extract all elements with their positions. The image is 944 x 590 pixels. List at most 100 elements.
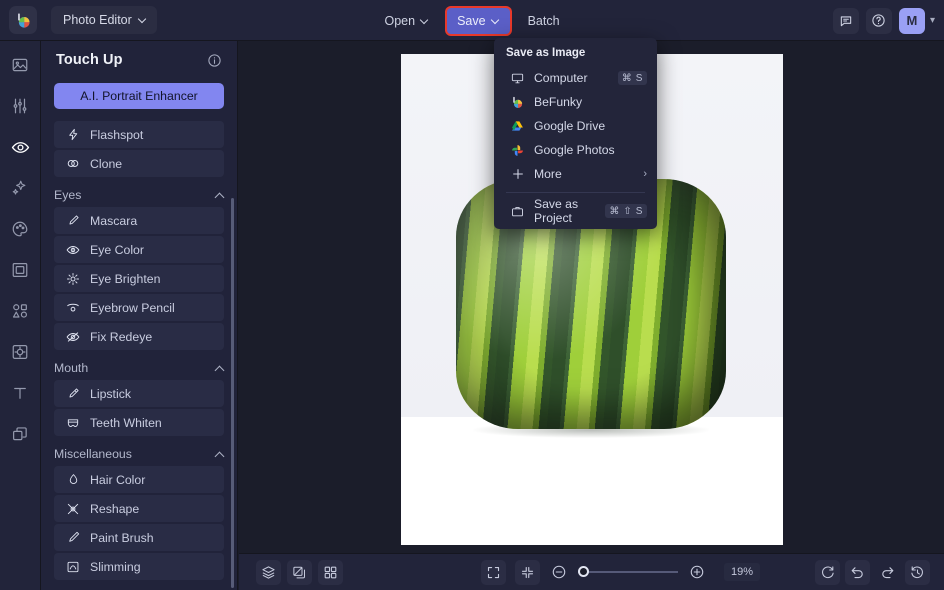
left-tool-rail [0,41,41,590]
save-menu-item-more[interactable]: More › [494,162,657,186]
slimming-icon [66,560,80,574]
rail-item-artsy[interactable] [8,217,32,241]
tool-flashspot[interactable]: Flashspot [54,121,224,148]
redeye-icon [66,330,80,344]
tool-clone[interactable]: Clone [54,150,224,177]
hair-color-icon [66,473,80,487]
menu-item-label: More [534,167,562,181]
google-photos-icon [510,143,525,158]
plus-icon [510,167,525,182]
rail-item-adjust[interactable] [8,94,32,118]
zoom-level-value[interactable]: 19% [724,563,761,581]
tool-label: Mascara [90,213,138,228]
top-right-actions: M ▾ [832,0,935,41]
batch-button[interactable]: Batch [518,8,570,34]
chevron-up-icon [215,450,224,459]
tool-label: Lipstick [90,386,132,401]
question-circle-icon[interactable] [865,7,892,34]
tool-paint-brush[interactable]: Paint Brush [54,524,224,551]
zoom-out-icon[interactable] [549,562,569,582]
save-menu-item-befunky[interactable]: BeFunky [494,90,657,114]
rail-item-text[interactable] [8,381,32,405]
open-button[interactable]: Open [374,8,439,34]
chat-icon[interactable] [832,7,859,34]
avatar-initial: M [906,13,918,28]
tool-label: Fix Redeye [90,329,153,344]
menu-item-label: Save as Project [534,197,579,225]
zoom-slider-handle[interactable] [578,566,589,577]
section-label: Mouth [54,361,89,375]
tool-lipstick[interactable]: Lipstick [54,380,224,407]
save-menu-item-save-as-project[interactable]: Save as Project ⌘ ⇧ S [494,197,657,225]
tool-label: Hair Color [90,472,146,487]
eye-color-icon [66,243,80,257]
save-menu-item-google-drive[interactable]: Google Drive [494,114,657,138]
tool-fix-redeye[interactable]: Fix Redeye [54,323,224,350]
tool-label: Eyebrow Pencil [90,300,175,315]
chevron-down-icon [139,16,147,24]
menu-item-shortcut: ⌘ S [617,71,647,85]
save-menu-item-google-photos[interactable]: Google Photos [494,138,657,162]
zoom-in-icon[interactable] [687,562,707,582]
section-label: Eyes [54,188,82,202]
section-header-miscellaneous[interactable]: Miscellaneous [54,447,224,461]
rail-item-touch-up[interactable] [8,135,32,159]
tool-reshape[interactable]: Reshape [54,495,224,522]
flash-icon [66,128,80,142]
tool-teeth-whiten[interactable]: Teeth Whiten [54,409,224,436]
rail-item-layers[interactable] [8,422,32,446]
save-menu-item-computer[interactable]: Computer ⌘ S [494,66,657,90]
actual-size-icon[interactable] [515,559,540,585]
tool-slimming[interactable]: Slimming [54,553,224,580]
rail-item-frames[interactable] [8,258,32,282]
app-window: Photo Editor Open Save Batch M ▾ Touch U… [0,0,944,590]
tool-mascara[interactable]: Mascara [54,207,224,234]
avatar[interactable]: M [898,7,925,34]
section-header-mouth[interactable]: Mouth [54,361,224,375]
rail-item-effects[interactable] [8,176,32,200]
tool-label: Teeth Whiten [90,415,162,430]
fit-to-screen-icon[interactable] [481,559,506,585]
tool-eye-color[interactable]: Eye Color [54,236,224,263]
monitor-icon [510,71,525,86]
save-dropdown-menu: Save as Image Computer ⌘ S BeFunky Googl… [494,38,657,229]
menu-item-shortcut: ⌘ ⇧ S [605,204,647,218]
tool-eye-brighten[interactable]: Eye Brighten [54,265,224,292]
reset-icon[interactable] [815,559,840,585]
tool-label: Slimming [90,559,141,574]
redo-icon[interactable] [875,560,900,585]
ai-portrait-enhancer-button[interactable]: A.I. Portrait Enhancer [54,83,224,109]
rail-item-textures[interactable] [8,340,32,364]
befunky-logo-icon[interactable] [9,6,37,34]
chevron-down-icon[interactable]: ▾ [930,15,935,26]
section-header-eyes[interactable]: Eyes [54,188,224,202]
grid-icon[interactable] [318,559,343,585]
save-button[interactable]: Save [447,7,510,34]
mascara-icon [66,214,80,228]
lipstick-icon [66,387,80,401]
compare-icon[interactable] [287,559,312,585]
tool-eyebrow-pencil[interactable]: Eyebrow Pencil [54,294,224,321]
rail-item-graphics[interactable] [8,299,32,323]
save-menu-title: Save as Image [506,47,586,59]
clone-icon [66,157,80,171]
sidebar-scrollbar[interactable] [231,198,234,588]
tool-label: Clone [90,156,123,171]
briefcase-icon [510,204,525,219]
open-button-label: Open [384,13,416,28]
tool-label: Eye Color [90,242,144,257]
bottom-right-tools [815,559,930,585]
undo-icon[interactable] [845,559,870,585]
layers-stack-icon[interactable] [256,559,281,585]
product-switcher[interactable]: Photo Editor [51,6,157,34]
history-icon[interactable] [905,559,930,585]
paint-brush-icon [66,531,80,545]
info-icon[interactable] [207,53,222,68]
zoom-slider[interactable] [578,566,678,577]
tool-hair-color[interactable]: Hair Color [54,466,224,493]
reshape-icon [66,502,80,516]
rail-item-edit[interactable] [8,53,32,77]
zoom-controls: 19% [481,559,761,585]
chevron-down-icon [421,17,429,25]
teeth-icon [66,416,80,430]
